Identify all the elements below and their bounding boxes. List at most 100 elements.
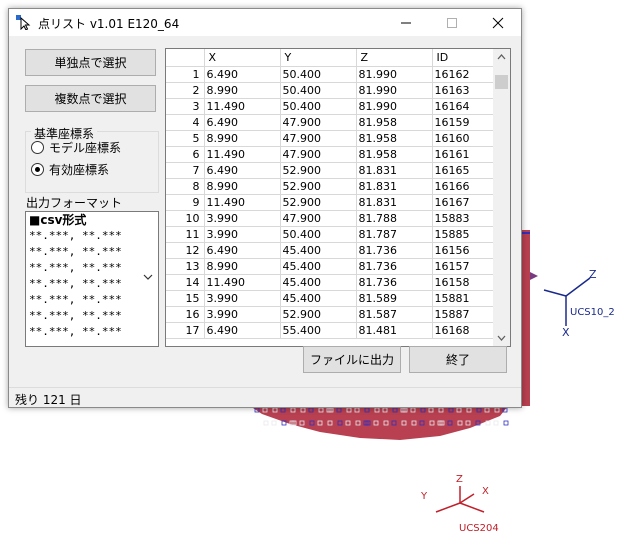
table-row[interactable]: 15 3.990 45.400 81.589 15881 — [166, 290, 494, 307]
table-cell[interactable]: 45.400 — [280, 274, 357, 291]
table-cell[interactable]: 81.831 — [356, 162, 433, 179]
table-row[interactable]: 3 11.490 50.400 81.990 16164 — [166, 98, 494, 115]
radio-model-indicator[interactable] — [31, 141, 44, 154]
table-row[interactable]: 12 6.490 45.400 81.736 16156 — [166, 242, 494, 259]
row-number-cell[interactable]: 2 — [166, 82, 205, 99]
table-cell[interactable]: 3.990 — [204, 306, 281, 323]
table-row[interactable]: 16 3.990 52.900 81.587 15887 — [166, 306, 494, 323]
table-row[interactable]: 17 6.490 55.400 81.481 16168 — [166, 322, 494, 339]
table-row[interactable]: 2 8.990 50.400 81.990 16163 — [166, 82, 494, 99]
table-cell[interactable]: 6.490 — [204, 114, 281, 131]
table-cell[interactable]: 52.900 — [280, 162, 357, 179]
row-number-cell[interactable]: 12 — [166, 242, 205, 259]
table-cell[interactable]: 16156 — [432, 242, 494, 259]
table-row[interactable]: 10 3.990 47.900 81.788 15883 — [166, 210, 494, 227]
row-number-cell[interactable]: 7 — [166, 162, 205, 179]
scrollbar-thumb[interactable] — [495, 75, 508, 89]
table-cell[interactable]: 50.400 — [280, 66, 357, 83]
table-cell[interactable]: 3.990 — [204, 290, 281, 307]
column-header[interactable] — [166, 49, 205, 67]
table-cell[interactable]: 45.400 — [280, 258, 357, 275]
row-number-cell[interactable]: 4 — [166, 114, 205, 131]
table-cell[interactable]: 16158 — [432, 274, 494, 291]
table-cell[interactable]: 3.990 — [204, 210, 281, 227]
row-number-cell[interactable]: 15 — [166, 290, 205, 307]
title-bar[interactable]: 点リスト v1.01 E120_64 — [9, 9, 521, 36]
table-cell[interactable]: 81.788 — [356, 210, 433, 227]
chevron-down-icon[interactable] — [143, 273, 153, 281]
table-cell[interactable]: 81.589 — [356, 290, 433, 307]
table-row[interactable]: 5 8.990 47.900 81.958 16160 — [166, 130, 494, 147]
row-number-cell[interactable]: 9 — [166, 194, 205, 211]
table-cell[interactable]: 16163 — [432, 82, 494, 99]
table-cell[interactable]: 52.900 — [280, 178, 357, 195]
radio-effective-indicator[interactable] — [31, 163, 44, 176]
table-vertical-scrollbar[interactable] — [493, 49, 510, 346]
table-cell[interactable]: 50.400 — [280, 98, 357, 115]
table-row[interactable]: 11 3.990 50.400 81.787 15885 — [166, 226, 494, 243]
table-row[interactable]: 8 8.990 52.900 81.831 16166 — [166, 178, 494, 195]
table-row[interactable]: 13 8.990 45.400 81.736 16157 — [166, 258, 494, 275]
table-row[interactable]: 4 6.490 47.900 81.958 16159 — [166, 114, 494, 131]
table-cell[interactable]: 16161 — [432, 146, 494, 163]
table-cell[interactable]: 81.587 — [356, 306, 433, 323]
table-cell[interactable]: 81.958 — [356, 130, 433, 147]
export-to-file-button[interactable]: ファイルに出力 — [303, 346, 401, 373]
select-multiple-points-button[interactable]: 複数点で選択 — [25, 85, 156, 112]
scroll-up-icon[interactable] — [497, 54, 506, 60]
table-cell[interactable]: 52.900 — [280, 306, 357, 323]
table-cell[interactable]: 6.490 — [204, 242, 281, 259]
table-cell[interactable]: 11.490 — [204, 146, 281, 163]
table-cell[interactable]: 8.990 — [204, 178, 281, 195]
table-cell[interactable]: 50.400 — [280, 226, 357, 243]
table-cell[interactable]: 47.900 — [280, 146, 357, 163]
row-number-cell[interactable]: 5 — [166, 130, 205, 147]
table-cell[interactable]: 6.490 — [204, 162, 281, 179]
table-row[interactable]: 1 6.490 50.400 81.990 16162 — [166, 66, 494, 83]
table-cell[interactable]: 81.736 — [356, 258, 433, 275]
table-row[interactable]: 6 11.490 47.900 81.958 16161 — [166, 146, 494, 163]
select-single-point-button[interactable]: 単独点で選択 — [25, 49, 156, 76]
table-cell[interactable]: 11.490 — [204, 274, 281, 291]
table-cell[interactable]: 16162 — [432, 66, 494, 83]
table-cell[interactable]: 47.900 — [280, 114, 357, 131]
table-row[interactable]: 7 6.490 52.900 81.831 16165 — [166, 162, 494, 179]
table-cell[interactable]: 8.990 — [204, 82, 281, 99]
table-cell[interactable]: 81.736 — [356, 242, 433, 259]
table-cell[interactable]: 8.990 — [204, 130, 281, 147]
scroll-down-icon[interactable] — [497, 335, 506, 341]
table-cell[interactable]: 8.990 — [204, 258, 281, 275]
minimize-button[interactable] — [383, 9, 429, 36]
close-button[interactable] — [475, 9, 521, 36]
table-cell[interactable]: 55.400 — [280, 322, 357, 339]
table-cell[interactable]: 81.990 — [356, 82, 433, 99]
row-number-cell[interactable]: 6 — [166, 146, 205, 163]
table-cell[interactable]: 81.990 — [356, 98, 433, 115]
table-cell[interactable]: 6.490 — [204, 66, 281, 83]
table-cell[interactable]: 81.736 — [356, 274, 433, 291]
point-table[interactable]: X Y Z ID 1 6.490 50.400 81.990 16162 2 8.990 50… — [165, 48, 511, 347]
table-row[interactable]: 14 11.490 45.400 81.736 16158 — [166, 274, 494, 291]
output-format-list[interactable]: ■csv形式 **.***, **.*** **.***, **.*** **.… — [25, 211, 159, 347]
table-cell[interactable]: 3.990 — [204, 226, 281, 243]
table-cell[interactable]: 16157 — [432, 258, 494, 275]
row-number-cell[interactable]: 1 — [166, 66, 205, 83]
table-cell[interactable]: 15885 — [432, 226, 494, 243]
table-cell[interactable]: 81.481 — [356, 322, 433, 339]
quit-button[interactable]: 終了 — [409, 346, 507, 373]
column-header[interactable]: ID — [432, 49, 494, 67]
table-cell[interactable]: 81.831 — [356, 194, 433, 211]
table-cell[interactable]: 81.958 — [356, 146, 433, 163]
row-number-cell[interactable]: 8 — [166, 178, 205, 195]
table-cell[interactable]: 81.958 — [356, 114, 433, 131]
table-cell[interactable]: 16159 — [432, 114, 494, 131]
radio-model-coords[interactable]: モデル座標系 — [31, 139, 121, 156]
table-cell[interactable]: 16165 — [432, 162, 494, 179]
table-cell[interactable]: 16167 — [432, 194, 494, 211]
table-cell[interactable]: 50.400 — [280, 82, 357, 99]
row-number-cell[interactable]: 17 — [166, 322, 205, 339]
table-cell[interactable]: 11.490 — [204, 98, 281, 115]
column-header[interactable]: Z — [356, 49, 433, 67]
table-cell[interactable]: 16166 — [432, 178, 494, 195]
table-row[interactable]: 9 11.490 52.900 81.831 16167 — [166, 194, 494, 211]
